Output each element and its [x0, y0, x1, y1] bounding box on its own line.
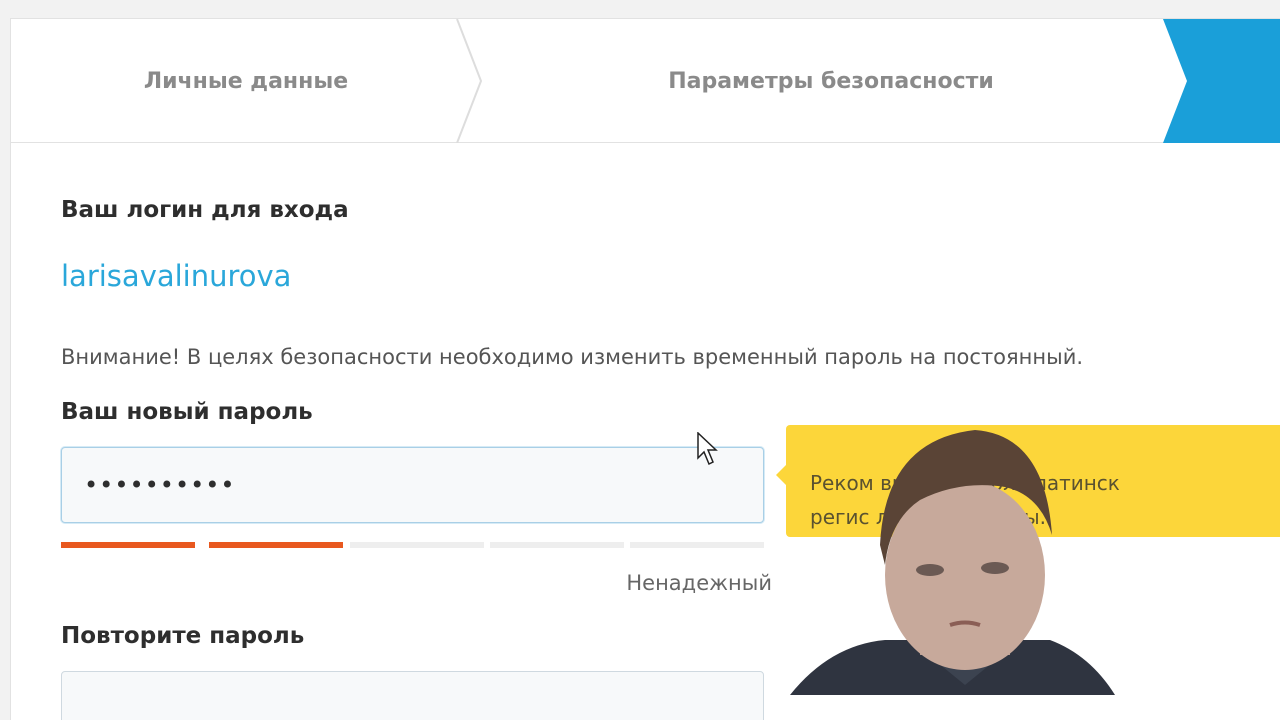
step-security-settings[interactable]: Параметры безопасности	[481, 19, 1181, 143]
step-label: Личные данные	[143, 68, 349, 94]
webcam-overlay-image	[790, 430, 1115, 695]
login-value: larisavalinurova	[61, 259, 292, 293]
step-label: Параметры безопасности	[668, 68, 994, 94]
repeat-password-field[interactable]	[61, 671, 764, 720]
strength-segment-4	[490, 542, 624, 548]
step-current[interactable]	[1176, 19, 1280, 143]
strength-segment-1	[61, 542, 195, 548]
repeat-password-label: Повторите пароль	[61, 623, 305, 649]
strength-segment-3	[350, 542, 484, 548]
step-personal-data[interactable]: Личные данные	[11, 19, 481, 143]
stepper: Личные данные Параметры безопасности	[11, 19, 1280, 143]
security-notice: Внимание! В целях безопасности необходим…	[61, 345, 1084, 369]
new-password-label: Ваш новый пароль	[61, 399, 313, 425]
password-strength-text: Ненадежный	[626, 571, 772, 595]
login-label: Ваш логин для входа	[61, 197, 349, 223]
strength-segment-5	[630, 542, 764, 548]
new-password-field[interactable]: ••••••••••	[61, 447, 764, 523]
strength-segment-2	[209, 542, 343, 548]
mouse-pointer-icon	[697, 432, 718, 466]
new-password-value: ••••••••••	[84, 471, 236, 499]
